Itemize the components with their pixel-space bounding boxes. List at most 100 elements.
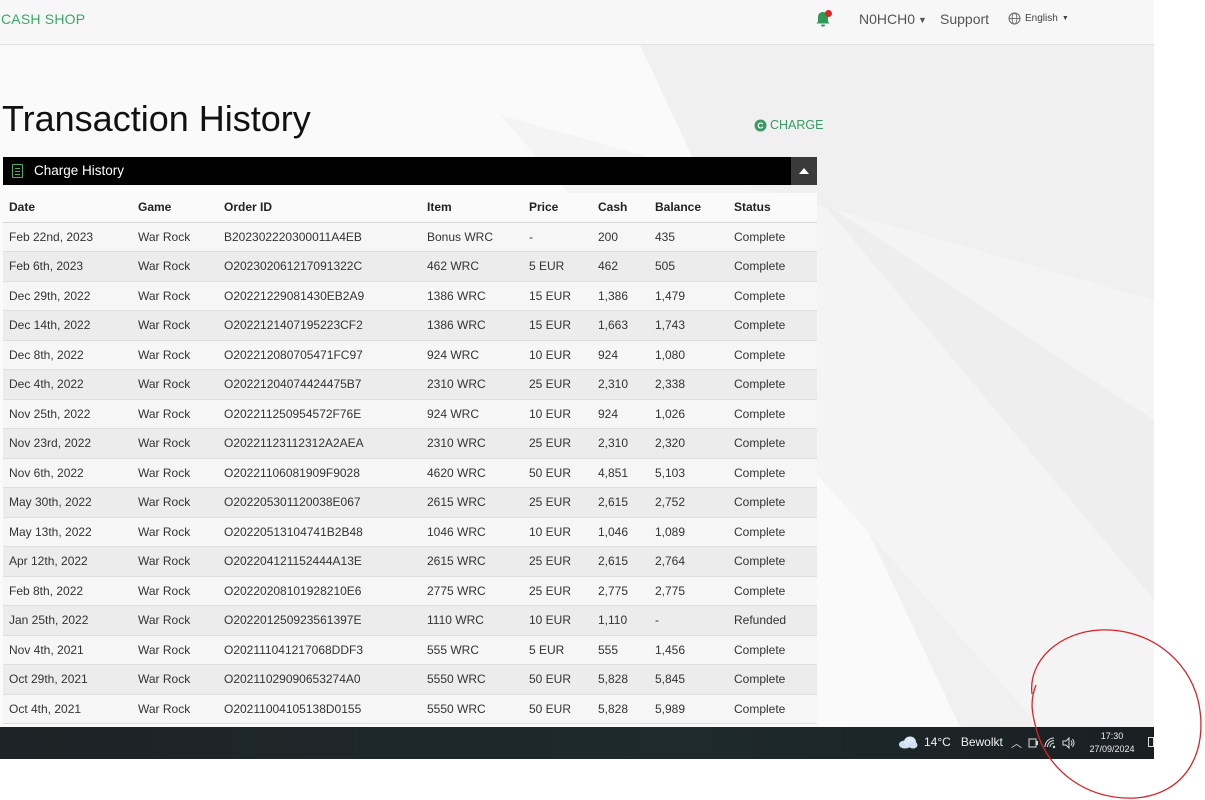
item-cell: 2310 WRC	[421, 428, 523, 459]
cash-cell: 4,851	[592, 458, 649, 488]
balance-cell: -	[649, 605, 728, 636]
table-row: Oct 4th, 2021 War Rock O20211004105138D015…	[3, 694, 817, 724]
balance-cell: 2,764	[649, 546, 728, 577]
device-icon[interactable]	[1027, 737, 1039, 749]
table-row: Feb 8th, 2022 War Rock O20220208101928210E…	[3, 576, 817, 606]
item-cell: 2615 WRC	[421, 546, 523, 577]
date-cell: Nov 23rd, 2022	[3, 428, 132, 459]
table-row: Nov 23rd, 2022 War Rock O20221123112312A2A…	[3, 428, 817, 459]
date-cell: Oct 4th, 2021	[3, 694, 132, 724]
game-cell: War Rock	[132, 664, 218, 695]
item-cell: 4620 WRC	[421, 458, 523, 488]
cash-cell: 5,828	[592, 694, 649, 724]
game-cell: War Rock	[132, 546, 218, 577]
cash-cell: 2,615	[592, 546, 649, 577]
balance-cell: 1,089	[649, 517, 728, 547]
status-cell: Complete	[728, 458, 817, 488]
caret-down-icon: ▼	[1061, 15, 1069, 22]
status-cell: Complete	[728, 694, 817, 724]
balance-cell: 5,989	[649, 694, 728, 724]
column-header[interactable]: Balance	[649, 193, 728, 223]
column-header[interactable]: Cash	[592, 193, 649, 223]
username: N0HCH0	[859, 11, 916, 27]
order-id-cell: O20211029090653274A0	[218, 664, 421, 695]
table-body: Feb 22nd, 2023 War Rock B202302220300011A4…	[3, 222, 817, 724]
date-cell: Dec 4th, 2022	[3, 369, 132, 400]
order-id-cell: O202212080705471FC97	[218, 340, 421, 370]
collapse-button[interactable]	[791, 157, 817, 185]
item-cell: 2775 WRC	[421, 576, 523, 606]
date-cell: Nov 25th, 2022	[3, 399, 132, 429]
price-cell: 15 EUR	[523, 310, 592, 341]
collapse-icon	[799, 168, 809, 174]
column-header[interactable]: Price	[523, 193, 592, 223]
balance-cell: 505	[649, 251, 728, 282]
order-id-cell: O202302061217091322C	[218, 251, 421, 282]
cash-cell: 555	[592, 635, 649, 665]
balance-cell: 1,479	[649, 281, 728, 311]
date-cell: Apr 12th, 2022	[3, 546, 132, 577]
browser-page: CASH SHOP N0HCH0 ▼ Support English ▼ Trans…	[0, 0, 1154, 727]
table-row: Apr 12th, 2022 War Rock O202204121152444A1…	[3, 546, 817, 577]
chevron-up-icon[interactable]: ︿	[1011, 735, 1022, 751]
language-label: English	[1025, 13, 1058, 24]
order-id-cell: O202204121152444A13E	[218, 546, 421, 577]
item-cell: 5550 WRC	[421, 694, 523, 724]
column-header[interactable]: Date	[3, 193, 132, 223]
column-header[interactable]: Order ID	[218, 193, 421, 223]
table-row: Feb 6th, 2023 War Rock O202302061217091322…	[3, 251, 817, 282]
system-clock[interactable]: 17:30 27/09/2024	[1086, 730, 1138, 756]
language-menu[interactable]: English ▼	[1008, 12, 1069, 25]
status-cell: Complete	[728, 487, 817, 518]
price-cell: 25 EUR	[523, 428, 592, 459]
brand-link[interactable]: CASH SHOP	[1, 11, 85, 27]
item-cell: 555 WRC	[421, 635, 523, 665]
cash-cell: 1,386	[592, 281, 649, 311]
date-cell: Dec 14th, 2022	[3, 310, 132, 341]
status-cell: Complete	[728, 428, 817, 459]
cash-cell: 2,310	[592, 369, 649, 400]
price-cell: 50 EUR	[523, 664, 592, 695]
caret-down-icon: ▼	[918, 15, 927, 26]
support-link[interactable]: Support	[940, 11, 989, 27]
order-id-cell: O202201250923561397E	[218, 605, 421, 636]
date-cell: Dec 8th, 2022	[3, 340, 132, 370]
globe-icon	[1008, 12, 1021, 25]
table-row: Jan 25th, 2022 War Rock O20220125092356139…	[3, 605, 817, 636]
order-id-cell: O202211250954572F76E	[218, 399, 421, 429]
date-cell: Feb 22nd, 2023	[3, 222, 132, 252]
balance-cell: 5,845	[649, 664, 728, 695]
column-header[interactable]: Item	[421, 193, 523, 223]
system-tray: ︿	[1011, 735, 1076, 751]
table-row: Nov 4th, 2021 War Rock O202111041217068DDF…	[3, 635, 817, 665]
game-cell: War Rock	[132, 605, 218, 636]
game-cell: War Rock	[132, 576, 218, 606]
price-cell: 50 EUR	[523, 458, 592, 488]
clock-date: 27/09/2024	[1089, 744, 1135, 754]
order-id-cell: B202302220300011A4EB	[218, 222, 421, 252]
weather-widget[interactable]: 14°C Bewolkt	[898, 735, 1003, 749]
order-id-cell: O20221123112312A2AEA	[218, 428, 421, 459]
item-cell: 924 WRC	[421, 399, 523, 429]
volume-icon[interactable]	[1062, 737, 1076, 749]
notification-icon[interactable]	[1148, 737, 1154, 747]
price-cell: 25 EUR	[523, 576, 592, 606]
bell-icon[interactable]	[813, 9, 833, 29]
top-navbar: CASH SHOP N0HCH0 ▼ Support English ▼	[0, 0, 1154, 45]
user-menu[interactable]: N0HCH0 ▼	[859, 11, 927, 27]
game-cell: War Rock	[132, 340, 218, 370]
price-cell: 25 EUR	[523, 369, 592, 400]
charge-button[interactable]: C CHARGE	[754, 118, 823, 132]
date-cell: Nov 4th, 2021	[3, 635, 132, 665]
table-row: Nov 6th, 2022 War Rock O20221106081909F902…	[3, 458, 817, 488]
column-header[interactable]: Status	[728, 193, 817, 223]
status-cell: Complete	[728, 546, 817, 577]
balance-cell: 2,752	[649, 487, 728, 518]
game-cell: War Rock	[132, 428, 218, 459]
column-header[interactable]: Game	[132, 193, 218, 223]
status-cell: Complete	[728, 399, 817, 429]
balance-cell: 1,080	[649, 340, 728, 370]
game-cell: War Rock	[132, 222, 218, 252]
weather-condition: Bewolkt	[960, 735, 1003, 749]
network-icon[interactable]	[1044, 737, 1057, 749]
